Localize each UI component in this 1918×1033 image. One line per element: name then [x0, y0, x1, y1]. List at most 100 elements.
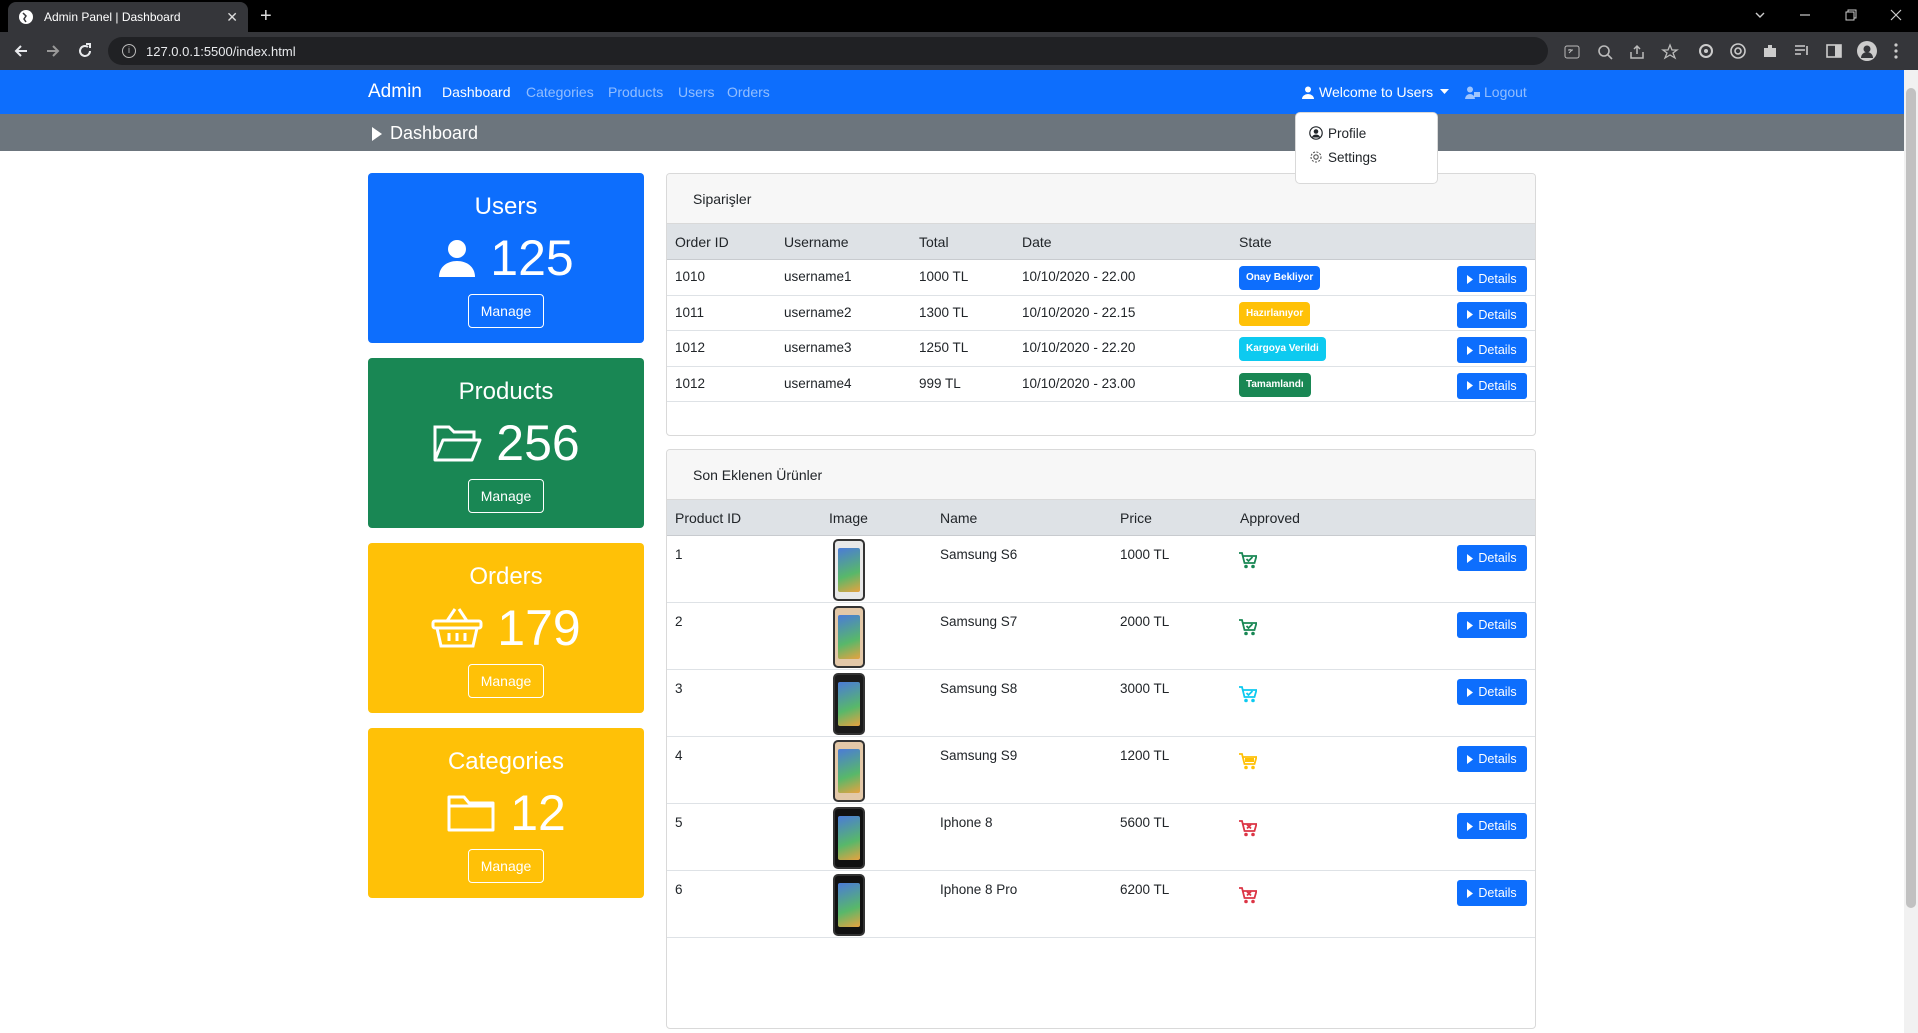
- stat-count: 256: [496, 415, 580, 471]
- phone-screen: [838, 749, 860, 793]
- nav-link-products[interactable]: Products: [608, 84, 663, 100]
- status-badge: Hazırlanıyor: [1239, 301, 1311, 326]
- caret-right-icon: [1467, 345, 1474, 355]
- tab-search-icon[interactable]: [1754, 9, 1766, 21]
- cart-check-icon: [1239, 552, 1257, 569]
- nav-link-orders[interactable]: Orders: [727, 84, 770, 100]
- details-button[interactable]: Details: [1457, 266, 1527, 292]
- column-header: State: [1239, 234, 1272, 250]
- side-panel-icon[interactable]: [1825, 42, 1843, 60]
- status-badge: Tamamlandı: [1239, 372, 1311, 397]
- table-row: 1011 username2 1300 TL 10/10/2020 - 22.15 Ha…: [667, 296, 1535, 331]
- product-price: 6200 TL: [1120, 882, 1170, 897]
- address-bar[interactable]: i 127.0.0.1:5500/index.html: [108, 37, 1679, 65]
- new-tab-button[interactable]: +: [260, 6, 272, 26]
- stat-count: 179: [497, 600, 581, 656]
- top-navbar: Admin Dashboard Categories Products User…: [0, 70, 1904, 114]
- product-id: 5: [675, 815, 683, 830]
- caret-down-icon: [1440, 89, 1450, 94]
- reload-icon[interactable]: [76, 42, 94, 60]
- forward-icon[interactable]: [44, 42, 62, 60]
- product-image: [833, 539, 865, 601]
- order-username: username3: [784, 340, 852, 355]
- manage-categories-button[interactable]: Manage: [468, 849, 544, 883]
- caret-right-icon: [1467, 687, 1474, 697]
- table-row: 1 Samsung S6 1000 TL Details: [667, 536, 1535, 603]
- extension-icon[interactable]: [1697, 42, 1715, 60]
- zoom-icon[interactable]: [1596, 43, 1614, 61]
- details-label: Details: [1478, 618, 1517, 632]
- table-row: 6 Iphone 8 Pro 6200 TL Details: [667, 871, 1535, 938]
- manage-users-button[interactable]: Manage: [468, 294, 544, 328]
- nav-link-users[interactable]: Users: [678, 84, 715, 100]
- back-icon[interactable]: [12, 42, 30, 60]
- nav-link-categories[interactable]: Categories: [526, 84, 594, 100]
- cart-icon: [1239, 753, 1257, 770]
- details-button[interactable]: Details: [1457, 337, 1527, 363]
- product-image: [833, 606, 865, 668]
- reading-list-icon[interactable]: [1793, 42, 1811, 60]
- stat-title: Users: [474, 193, 538, 220]
- caret-right-icon: [372, 126, 382, 141]
- tab-close-icon[interactable]: ✕: [226, 9, 238, 26]
- details-button[interactable]: Details: [1457, 813, 1527, 839]
- folder-icon: [447, 795, 495, 832]
- product-price: 2000 TL: [1120, 614, 1170, 629]
- dropdown-item-settings[interactable]: Settings: [1296, 145, 1437, 169]
- product-name: Samsung S7: [940, 614, 1018, 629]
- logout-link[interactable]: Logout: [1465, 84, 1527, 100]
- manage-orders-button[interactable]: Manage: [468, 664, 544, 698]
- restore-icon[interactable]: [1845, 9, 1857, 21]
- site-info-icon[interactable]: i: [122, 44, 136, 58]
- dropdown-item-profile[interactable]: Profile: [1296, 121, 1437, 145]
- cart-x-icon: [1239, 820, 1257, 837]
- details-button[interactable]: Details: [1457, 679, 1527, 705]
- navbar-brand[interactable]: Admin: [368, 81, 422, 103]
- browser-toolbar: i 127.0.0.1:5500/index.html: [0, 32, 1918, 70]
- details-button[interactable]: Details: [1457, 880, 1527, 906]
- products-card: Son Eklenen Ürünler Product ID Image Nam…: [666, 449, 1536, 1029]
- user-icon: [439, 240, 476, 277]
- details-label: Details: [1478, 886, 1517, 900]
- browser-tab[interactable]: Admin Panel | Dashboard ✕: [8, 2, 248, 32]
- share-icon[interactable]: [1628, 43, 1646, 61]
- details-label: Details: [1478, 551, 1517, 565]
- profile-avatar-icon[interactable]: [1857, 41, 1877, 61]
- minimize-icon[interactable]: [1799, 9, 1811, 21]
- details-button[interactable]: Details: [1457, 612, 1527, 638]
- caret-right-icon: [1467, 620, 1474, 630]
- product-price: 5600 TL: [1120, 815, 1170, 830]
- product-price: 3000 TL: [1120, 681, 1170, 696]
- caret-right-icon: [1467, 553, 1474, 563]
- welcome-dropdown-toggle[interactable]: Welcome to Users: [1302, 84, 1450, 100]
- details-button[interactable]: Details: [1457, 372, 1527, 399]
- details-button[interactable]: Details: [1457, 301, 1527, 328]
- nav-link-dashboard[interactable]: Dashboard: [442, 84, 511, 100]
- manage-products-button[interactable]: Manage: [468, 479, 544, 513]
- stat-title: Products: [458, 378, 554, 405]
- details-button[interactable]: Details: [1457, 545, 1527, 571]
- folder-open-icon: [433, 425, 482, 462]
- order-username: username4: [784, 375, 852, 391]
- order-total: 1250 TL: [919, 340, 969, 355]
- close-window-icon[interactable]: [1890, 9, 1902, 21]
- scrollbar-thumb[interactable]: [1906, 88, 1916, 908]
- extension-target-icon[interactable]: [1729, 42, 1747, 60]
- translate-icon[interactable]: [1563, 43, 1581, 61]
- page-scrollbar[interactable]: [1904, 70, 1918, 1033]
- phone-screen: [838, 548, 860, 592]
- menu-dots-icon[interactable]: [1892, 42, 1900, 60]
- page-title: Dashboard: [372, 123, 478, 144]
- puzzle-icon[interactable]: [1761, 42, 1779, 60]
- user-dropdown-menu: Profile Settings: [1295, 112, 1438, 184]
- table-row: 1010 username1 1000 TL 10/10/2020 - 22.00 On…: [667, 260, 1535, 296]
- dropdown-item-label: Profile: [1328, 125, 1367, 141]
- details-button[interactable]: Details: [1457, 746, 1527, 772]
- column-header: Name: [940, 510, 978, 526]
- tab-title: Admin Panel | Dashboard: [44, 10, 181, 24]
- product-id: 1: [675, 547, 683, 562]
- bookmark-star-icon[interactable]: [1661, 43, 1679, 61]
- phone-screen: [838, 615, 860, 659]
- orders-table-body: 1010 username1 1000 TL 10/10/2020 - 22.00 On…: [667, 260, 1535, 402]
- globe-icon: [19, 10, 33, 24]
